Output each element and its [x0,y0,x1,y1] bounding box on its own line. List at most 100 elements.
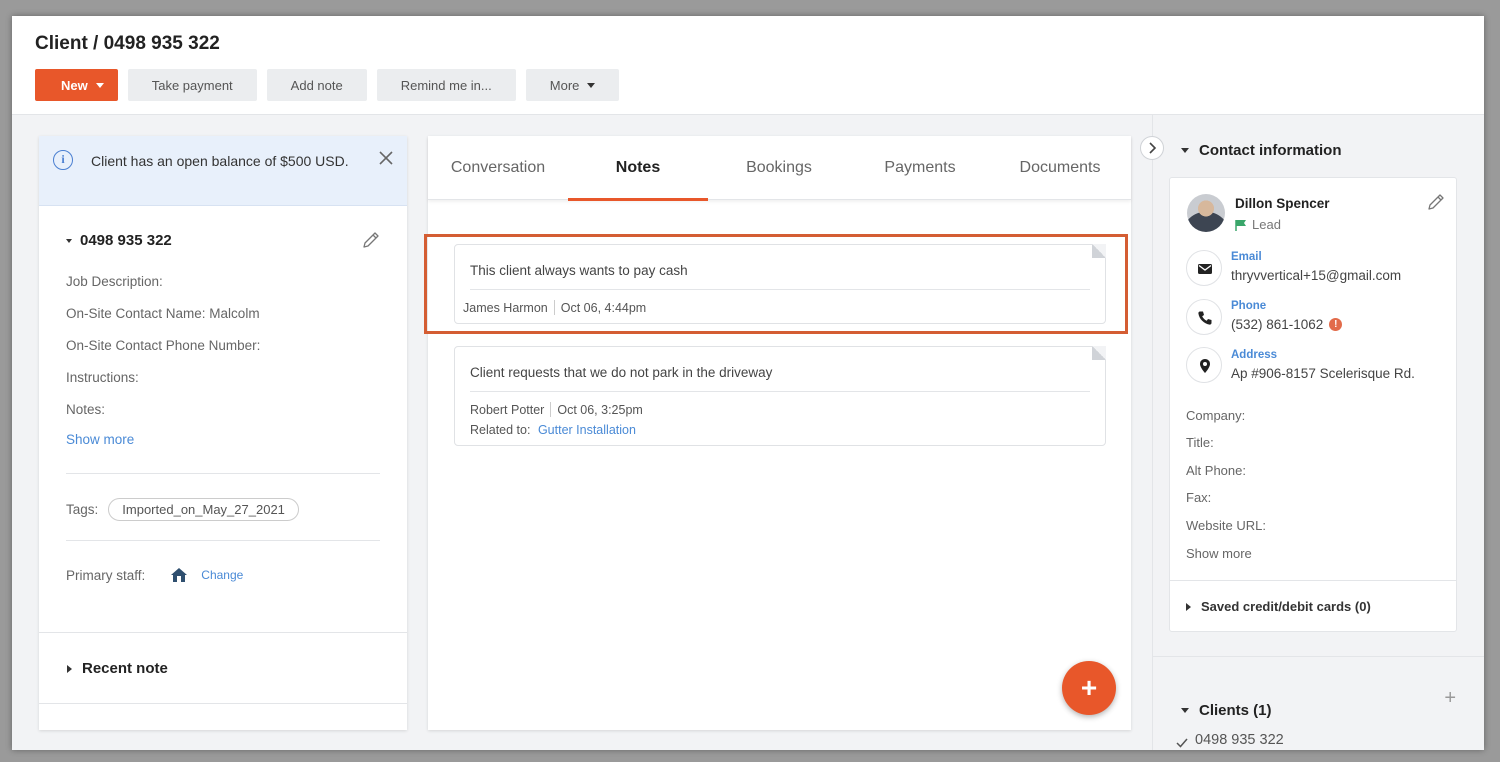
activity-panel: Conversation Notes Bookings Payments Doc… [428,136,1131,730]
show-more-link[interactable]: Show more [66,432,134,447]
chevron-right-icon [1149,142,1157,154]
app-window: Client / 0498 935 322 New Take payment A… [12,16,1484,750]
saved-cards-label: Saved credit/debit cards (0) [1201,599,1371,614]
email-text: thryvvertical+15@gmail.com [1231,268,1402,283]
email-icon-badge [1186,250,1222,286]
collapse-panel-button[interactable] [1140,136,1164,160]
contact-name-field: On-Site Contact Name: Malcolm [66,306,260,321]
divider [66,473,380,474]
note-fold-corner [1092,346,1106,360]
address-text: Ap #906-8157 Scelerisque Rd. [1231,366,1415,381]
check-icon [1176,738,1188,748]
title-field: Title: [1186,435,1214,450]
contact-phone-field: On-Site Contact Phone Number: [66,338,261,353]
contact-info-toggle[interactable]: Contact information [1181,142,1342,159]
contact-name: Dillon Spencer [1235,196,1330,211]
tab-notes[interactable]: Notes [568,136,708,201]
client-section-toggle[interactable]: 0498 935 322 [66,232,172,249]
note-text: Client requests that we do not park in t… [470,365,773,380]
phone-icon [1198,311,1212,325]
website-field: Website URL: [1186,518,1266,533]
note-divider [470,391,1090,392]
toolbar: New Take payment Add note Remind me in..… [35,69,620,101]
highlight-box [424,234,1128,334]
contact-status: Lead [1235,217,1281,232]
primary-staff-label: Primary staff: [66,567,146,583]
recent-note-section: Recent note [39,632,407,704]
fax-field: Fax: [1186,490,1212,505]
more-button[interactable]: More [525,69,620,101]
chevron-down-icon [95,82,104,88]
new-button-label: New [61,77,88,93]
avatar [1187,194,1225,232]
take-payment-button[interactable]: Take payment [127,69,257,101]
primary-staff-row: Primary staff: Change [66,566,243,584]
note-related: Related to: Gutter Installation [470,423,636,437]
divider [1153,656,1484,657]
add-note-fab[interactable]: + [1062,661,1116,715]
company-field: Company: [1186,408,1246,423]
tag-chip[interactable]: Imported_on_May_27_2021 [108,498,299,521]
phone-text: (532) 861-1062 [1231,317,1324,332]
phone-label: Phone [1231,300,1267,312]
edit-pencil-icon[interactable] [361,230,381,250]
add-note-button[interactable]: Add note [266,69,367,101]
saved-cards-toggle[interactable]: Saved credit/debit cards (0) [1186,599,1371,614]
remind-me-button[interactable]: Remind me in... [376,69,516,101]
tab-bar: Conversation Notes Bookings Payments Doc… [428,136,1131,201]
meta-separator [550,402,552,417]
alt-phone-field: Alt Phone: [1186,463,1246,478]
email-label: Email [1231,251,1262,263]
note-time: Oct 06, 3:25pm [557,402,643,417]
phone-value[interactable]: (532) 861-1062 ! [1231,317,1343,332]
address-icon-badge [1186,347,1222,383]
envelope-icon [1198,264,1212,274]
show-more-link[interactable]: Show more [1186,546,1252,561]
clients-toggle[interactable]: Clients (1) [1181,702,1272,719]
chevron-down-icon [587,82,596,88]
chevron-right-icon [1186,602,1191,611]
tab-conversation[interactable]: Conversation [428,136,568,200]
instructions-field: Instructions: [66,370,139,385]
page-header: Client / 0498 935 322 New Take payment A… [12,16,1484,115]
chevron-down-icon [1181,708,1189,713]
email-value[interactable]: thryvvertical+15@gmail.com [1231,268,1401,283]
alert-text: Client has an open balance of $500 USD. [91,153,349,169]
note-author: Robert Potter [470,402,545,417]
more-button-label: More [549,77,580,93]
close-icon[interactable] [379,151,393,165]
contact-info-title: Contact information [1199,142,1342,159]
note-card[interactable]: Client requests that we do not park in t… [454,346,1106,446]
phone-icon-badge [1186,299,1222,335]
status-label: Lead [1252,217,1281,232]
client-details-panel: i Client has an open balance of $500 USD… [39,136,407,730]
change-staff-link[interactable]: Change [201,568,243,582]
client-section-title: 0498 935 322 [80,232,172,249]
tags-label: Tags: [66,502,99,517]
add-client-icon[interactable]: + [1444,687,1456,710]
edit-pencil-icon[interactable] [1426,192,1446,212]
client-item-label: 0498 935 322 [1195,732,1284,748]
staff-house-icon [171,568,188,582]
client-list-item[interactable]: 0498 935 322 [1175,732,1284,750]
tab-payments[interactable]: Payments [850,136,990,200]
recent-note-title: Recent note [82,660,168,677]
recent-note-toggle[interactable]: Recent note [67,660,168,677]
clients-title: Clients (1) [1199,702,1272,719]
note-meta: Robert Potter Oct 06, 3:25pm [470,402,643,417]
job-description-field: Job Description: [66,274,163,289]
tags-row: Tags: Imported_on_May_27_2021 [66,498,299,521]
chevron-down-icon [1181,148,1189,153]
tab-bookings[interactable]: Bookings [709,136,849,200]
chevron-right-icon [67,664,72,673]
related-label: Related to: [470,423,531,437]
page-title: Client / 0498 935 322 [35,33,220,54]
chevron-down-icon [66,238,72,243]
new-button[interactable]: New [35,69,118,101]
contact-sidebar: Contact information Dillon Spencer Lead [1152,115,1484,750]
info-icon: i [53,150,73,170]
tab-documents[interactable]: Documents [990,136,1130,200]
address-value[interactable]: Ap #906-8157 Scelerisque Rd. [1231,366,1415,381]
address-label: Address [1231,349,1278,361]
related-link[interactable]: Gutter Installation [538,423,636,437]
